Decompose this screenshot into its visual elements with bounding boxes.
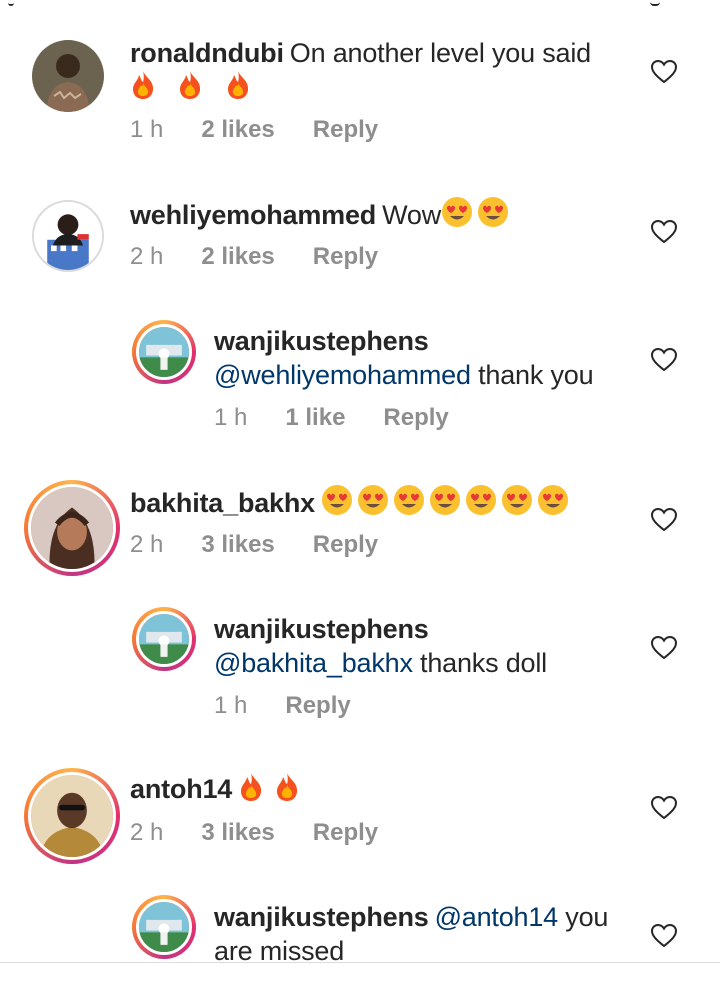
comment-text: wehliyemohammed Wow (130, 196, 630, 232)
reply-button[interactable]: Reply (383, 404, 448, 431)
heart-icon[interactable] (651, 924, 677, 948)
avatar[interactable] (132, 607, 196, 671)
heart-icon[interactable] (651, 796, 677, 820)
reply-button[interactable]: Reply (313, 243, 378, 270)
avatar[interactable] (132, 895, 196, 959)
mention-link[interactable]: @bakhita_bakhx (214, 648, 413, 678)
top-edge (0, 0, 720, 8)
comment-time: 1 h (214, 692, 248, 719)
partial-icon (8, 0, 14, 6)
fire-emoji-icon (241, 773, 262, 801)
comment-meta: 1 h 1 like Reply (214, 404, 487, 432)
comment-text: antoh14 (130, 772, 630, 806)
heart-eyes-emoji-icon (501, 485, 532, 515)
comment-body: you (557, 902, 609, 932)
heart-icon[interactable] (651, 60, 677, 84)
comment-likes[interactable]: 2 likes (201, 243, 274, 270)
comment-meta: 1 h Reply (214, 692, 389, 720)
mention-link[interactable]: @antoh14 (435, 902, 559, 932)
comment-meta: 2 h 3 likes Reply (130, 531, 416, 559)
comment-meta: 2 h 2 likes Reply (130, 243, 416, 271)
comment-time: 2 h (130, 819, 164, 846)
avatar[interactable] (32, 200, 104, 272)
fire-emoji-icon (133, 71, 154, 99)
fire-emoji-icon (277, 773, 298, 801)
heart-icon[interactable] (651, 508, 677, 532)
comment-username[interactable]: wanjikustephens (214, 614, 429, 644)
comment-body: thanks doll (412, 648, 547, 678)
reply-button[interactable]: Reply (285, 692, 350, 719)
comment-time: 2 h (130, 531, 164, 558)
heart-eyes-emoji-icon (321, 485, 352, 515)
avatar[interactable] (24, 480, 120, 576)
comment-likes[interactable]: 3 likes (201, 819, 274, 846)
heart-icon[interactable] (651, 220, 677, 244)
comment-text: wanjikustephens @bakhita_bakhx thanks do… (214, 612, 634, 680)
heart-eyes-emoji-icon (478, 197, 508, 227)
bottom-divider (0, 962, 720, 963)
mention-link[interactable]: @wehliyemohammed (214, 360, 471, 390)
heart-eyes-emoji-icon (357, 485, 388, 515)
comment-body: On another level you said (289, 38, 591, 68)
comment-username[interactable]: wanjikustephens (214, 902, 429, 932)
heart-eyes-emoji-icon (393, 485, 424, 515)
emoji-row (238, 773, 304, 804)
fire-emoji-icon (227, 71, 248, 99)
comment-username[interactable]: wehliyemohammed (130, 200, 376, 230)
comment-text: bakhita_bakhx (130, 484, 630, 520)
emoji-row (130, 71, 255, 102)
chevron-down-icon[interactable] (650, 0, 660, 6)
heart-eyes-emoji-icon (442, 197, 472, 227)
comment-username[interactable]: wanjikustephens (214, 326, 429, 356)
reply-button[interactable]: Reply (313, 819, 378, 846)
reply-button[interactable]: Reply (313, 531, 378, 558)
comment-body: Wow (382, 200, 441, 230)
heart-eyes-emoji-icon (429, 485, 460, 515)
comment-likes[interactable]: 2 likes (201, 116, 274, 143)
comment-time: 2 h (130, 243, 164, 270)
comment-likes[interactable]: 1 like (285, 404, 345, 431)
comment-text: wanjikustephens @antoh14 you are missed (214, 900, 634, 968)
comment-likes[interactable]: 3 likes (201, 531, 274, 558)
avatar[interactable] (32, 40, 104, 112)
heart-icon[interactable] (651, 348, 677, 372)
comment-text: ronaldndubi On another level you said (130, 36, 630, 104)
comment-username[interactable]: ronaldndubi (130, 38, 284, 68)
avatar[interactable] (24, 768, 120, 864)
fire-emoji-icon (180, 71, 201, 99)
comment-meta: 1 h 2 likes Reply (130, 116, 416, 144)
comment-time: 1 h (214, 404, 248, 431)
avatar[interactable] (132, 320, 196, 384)
heart-eyes-emoji-icon (465, 485, 496, 515)
comment-text: wanjikustephens @wehliyemohammed thank y… (214, 324, 634, 392)
comment-time: 1 h (130, 116, 164, 143)
heart-eyes-emoji-icon (537, 485, 568, 515)
reply-button[interactable]: Reply (313, 116, 378, 143)
heart-icon[interactable] (651, 636, 677, 660)
comment-meta: 2 h 3 likes Reply (130, 819, 416, 847)
comment-username[interactable]: antoh14 (130, 774, 232, 804)
emoji-row (321, 485, 573, 518)
comment-body: thank you (470, 360, 594, 390)
comment-username[interactable]: bakhita_bakhx (130, 488, 315, 518)
